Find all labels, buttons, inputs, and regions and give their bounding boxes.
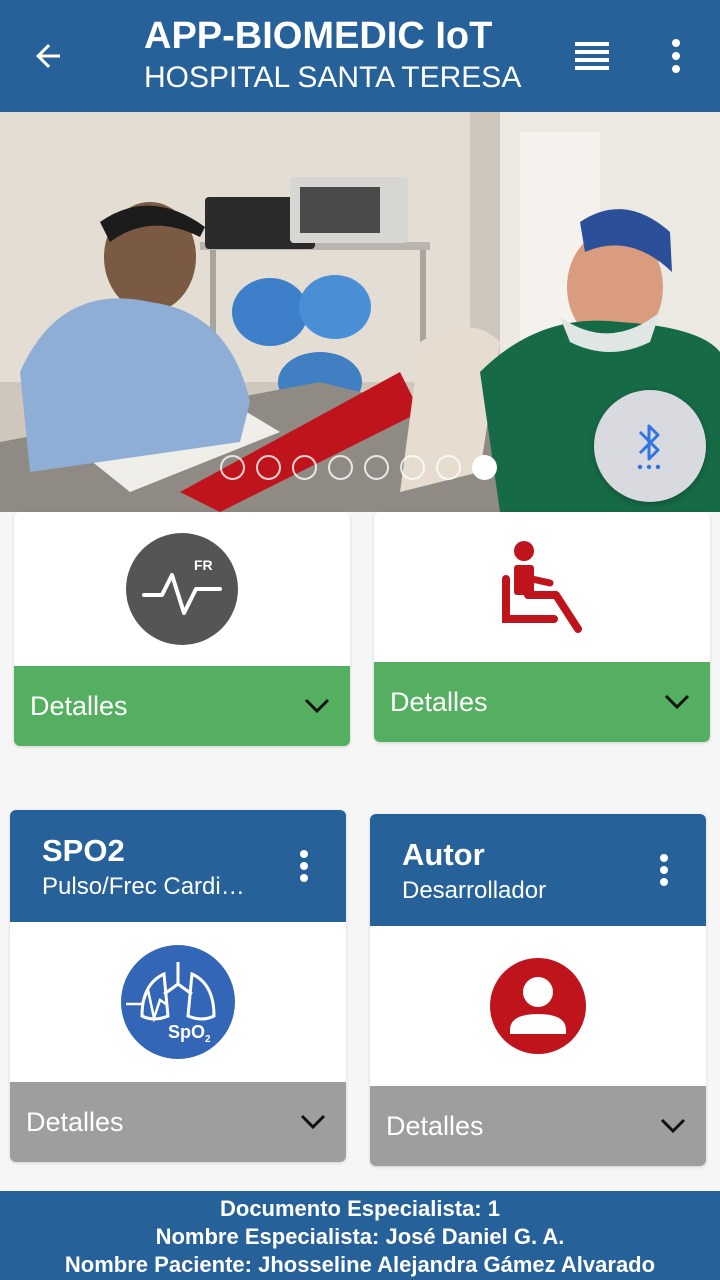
chevron-down-icon bbox=[660, 1118, 686, 1134]
posture-card: Detalles bbox=[374, 512, 710, 742]
view-list-button[interactable] bbox=[568, 32, 616, 80]
details-toggle[interactable]: Detalles bbox=[10, 1082, 346, 1162]
carousel-dot[interactable] bbox=[292, 455, 317, 480]
details-toggle[interactable]: Detalles bbox=[374, 662, 710, 742]
more-vert-icon bbox=[300, 850, 308, 882]
more-vert-icon bbox=[672, 39, 680, 73]
card-media bbox=[374, 512, 710, 662]
respiratory-rate-card: FR Detalles bbox=[14, 512, 350, 746]
card-overflow-button[interactable] bbox=[646, 848, 682, 892]
back-button[interactable] bbox=[24, 32, 72, 80]
card-header: SPO2 Pulso/Frec Cardi… bbox=[10, 810, 346, 922]
chevron-down-icon bbox=[304, 698, 330, 714]
card-subtitle: Desarrollador bbox=[402, 877, 547, 904]
spo2-icon-label: SpO2 bbox=[168, 1022, 211, 1045]
details-toggle[interactable]: Detalles bbox=[370, 1086, 706, 1166]
more-vert-icon bbox=[660, 854, 668, 886]
details-label: Detalles bbox=[26, 1106, 124, 1137]
spo2-card: SPO2 Pulso/Frec Cardi… SpO2 Detalles bbox=[10, 810, 346, 1162]
details-label: Detalles bbox=[390, 686, 488, 717]
card-title: SPO2 bbox=[42, 833, 125, 868]
details-toggle[interactable]: Detalles bbox=[14, 666, 350, 746]
specialist-document: Documento Especialista: 1 bbox=[220, 1196, 500, 1221]
fr-icon-label: FR bbox=[194, 557, 213, 573]
account-circle-icon[interactable] bbox=[490, 958, 586, 1054]
carousel-dot[interactable] bbox=[400, 455, 425, 480]
respiratory-rate-icon[interactable]: FR bbox=[126, 533, 238, 645]
card-header: Autor Desarrollador bbox=[370, 814, 706, 926]
details-label: Detalles bbox=[30, 690, 128, 721]
seated-person-icon[interactable] bbox=[502, 539, 582, 635]
app-title: APP-BIOMEDIC IoT bbox=[144, 15, 493, 57]
card-title: Autor bbox=[402, 837, 485, 872]
carousel-dot[interactable] bbox=[364, 455, 389, 480]
patient-info-bar: Documento Especialista: 1 Nombre Especia… bbox=[0, 1191, 720, 1280]
arrow-left-icon bbox=[36, 44, 60, 68]
app-titles: APP-BIOMEDIC IoT HOSPITAL SANTA TERESA bbox=[144, 14, 521, 98]
patient-name: Nombre Paciente: Jhosseline Alejandra Gá… bbox=[64, 1252, 656, 1277]
card-overflow-button[interactable] bbox=[286, 844, 322, 888]
spo2-lungs-icon[interactable]: SpO2 bbox=[120, 944, 236, 1060]
card-media bbox=[370, 926, 706, 1086]
card-media: FR bbox=[14, 512, 350, 666]
details-label: Detalles bbox=[386, 1110, 484, 1141]
bluetooth-searching-icon bbox=[637, 424, 661, 470]
bluetooth-button[interactable] bbox=[594, 390, 706, 502]
chevron-down-icon bbox=[664, 694, 690, 710]
app-subtitle: HOSPITAL SANTA TERESA bbox=[144, 61, 522, 94]
carousel-dot[interactable] bbox=[220, 455, 245, 480]
carousel-dot[interactable] bbox=[256, 455, 281, 480]
overflow-menu-button[interactable] bbox=[652, 32, 700, 80]
view-list-icon bbox=[575, 42, 609, 70]
author-card: Autor Desarrollador Detalles bbox=[370, 814, 706, 1166]
carousel-dot[interactable] bbox=[328, 455, 353, 480]
app-bar: APP-BIOMEDIC IoT HOSPITAL SANTA TERESA bbox=[0, 0, 720, 112]
specialist-name: Nombre Especialista: José Daniel G. A. bbox=[155, 1224, 565, 1249]
carousel-dot-active[interactable] bbox=[472, 455, 497, 480]
card-subtitle: Pulso/Frec Cardi… bbox=[42, 873, 245, 900]
card-media: SpO2 bbox=[10, 922, 346, 1082]
chevron-down-icon bbox=[300, 1114, 326, 1130]
carousel-indicator bbox=[220, 455, 497, 480]
carousel-dot[interactable] bbox=[436, 455, 461, 480]
